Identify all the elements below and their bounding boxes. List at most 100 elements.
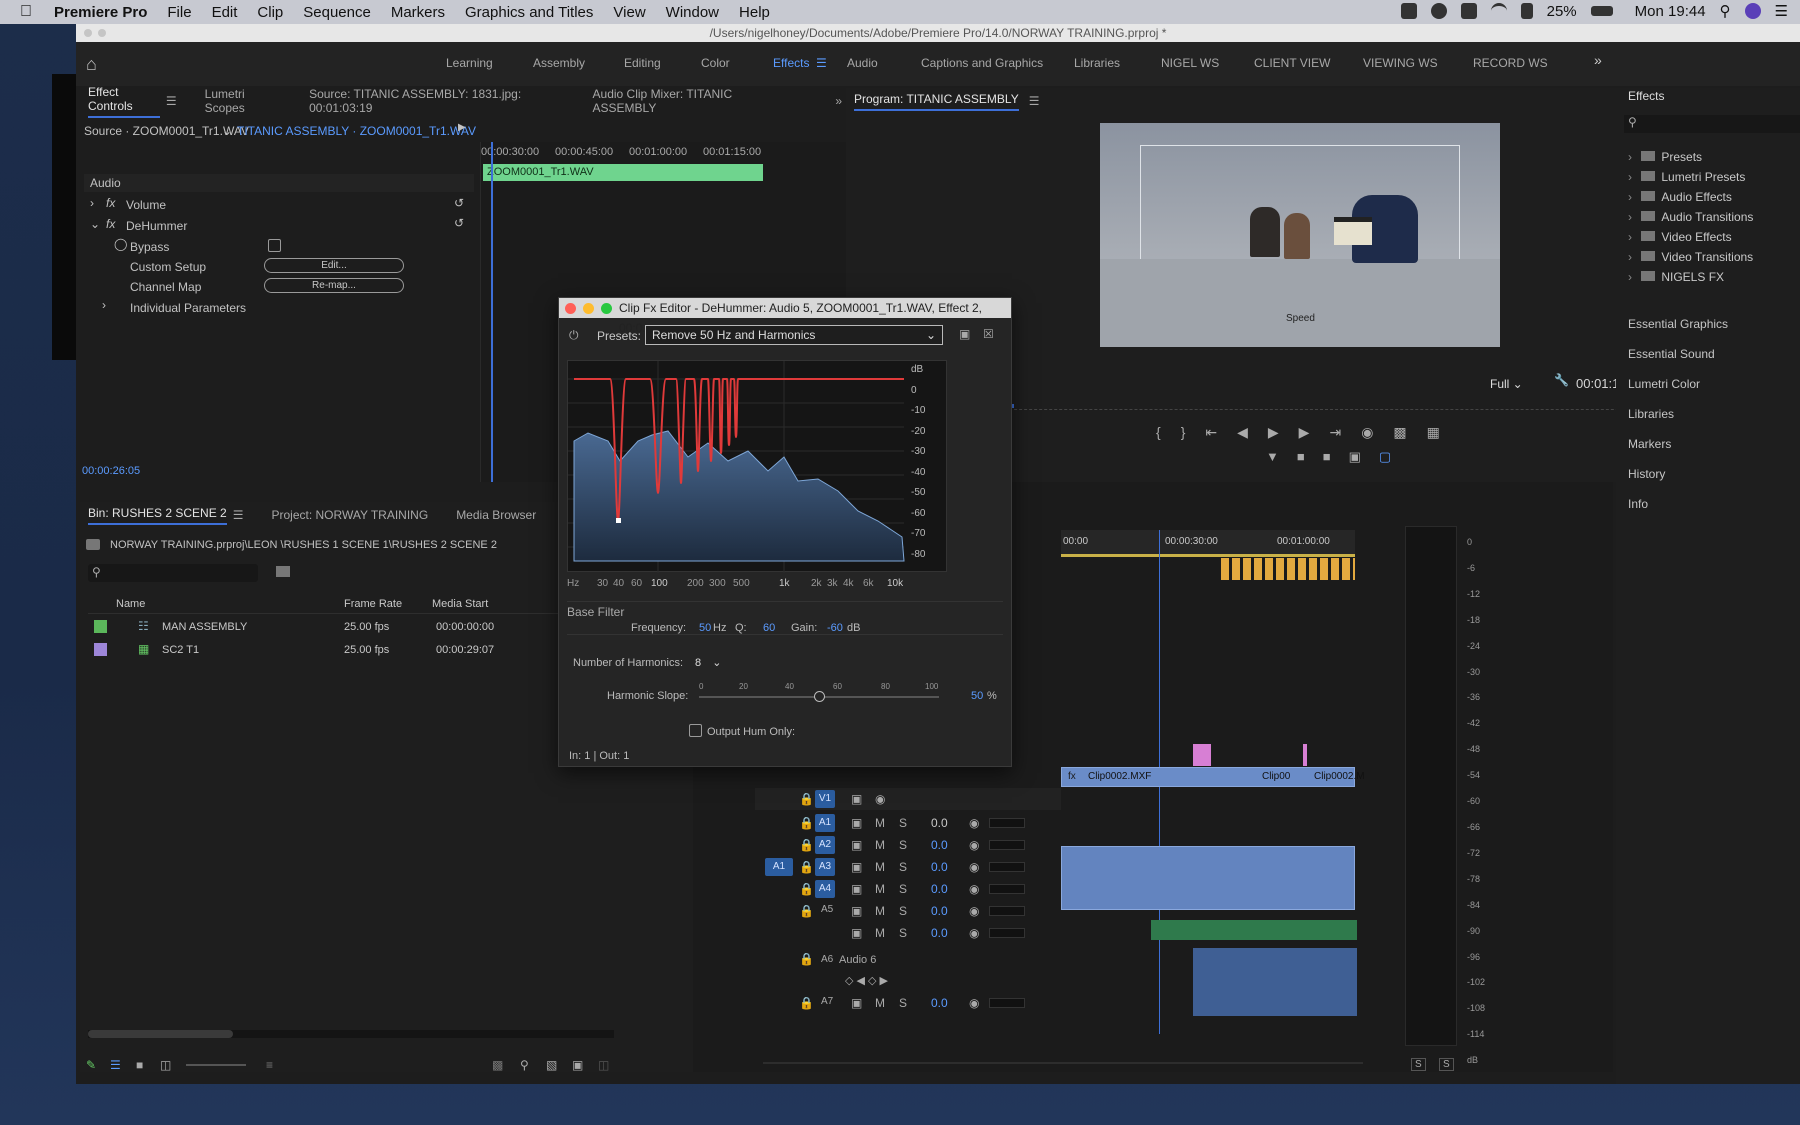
siri-icon[interactable]: [1744, 3, 1761, 19]
effects-folder[interactable]: › NIGELS FX: [1628, 270, 1798, 284]
zoom-dropdown[interactable]: Full ⌄: [1484, 375, 1544, 395]
track-volume[interactable]: 0.0: [931, 838, 948, 852]
track-volume[interactable]: 0.0: [931, 996, 948, 1010]
label-color-swatch[interactable]: [94, 620, 107, 633]
marker-icon[interactable]: ▼: [1266, 449, 1279, 465]
find-icon[interactable]: ⚲: [520, 1058, 529, 1072]
filter-handle[interactable]: [616, 518, 621, 523]
col-media-start[interactable]: Media Start: [432, 598, 488, 610]
track-a5[interactable]: A5: [821, 904, 833, 915]
menu-file[interactable]: File: [167, 4, 191, 21]
volume-icon[interactable]: [1520, 3, 1533, 19]
slope-value[interactable]: 50: [971, 690, 983, 702]
solo-left-button[interactable]: S: [1411, 1058, 1426, 1071]
save-preset-icon[interactable]: ▣: [959, 327, 970, 341]
purple-clip[interactable]: [1193, 744, 1211, 766]
icon-view-icon[interactable]: ■: [136, 1058, 143, 1072]
lock-icon[interactable]: 🔒: [799, 882, 814, 896]
solo-button[interactable]: S: [899, 882, 907, 896]
mic-icon[interactable]: ◉: [969, 996, 979, 1010]
lock-icon[interactable]: 🔒: [799, 816, 814, 830]
tab-audio-clip-mixer[interactable]: Audio Clip Mixer: TITANIC ASSEMBLY: [593, 87, 782, 115]
app-menu[interactable]: Premiere Pro: [54, 4, 147, 21]
keyframe-nav-icon[interactable]: ◇ ◀ ◇ ▶: [845, 974, 888, 987]
zoom-button[interactable]: [601, 303, 612, 314]
lock-icon[interactable]: 🔒: [799, 952, 814, 966]
solo-button[interactable]: S: [899, 838, 907, 852]
list-view-icon[interactable]: ☰: [110, 1058, 121, 1072]
ec-source-dropdown-icon[interactable]: ⌄: [222, 124, 232, 138]
presets-dropdown[interactable]: Remove 50 Hz and Harmonics ⌄: [645, 325, 943, 345]
mic-icon[interactable]: ◉: [969, 926, 979, 940]
output-hum-checkbox[interactable]: [689, 724, 702, 737]
track-volume[interactable]: 0.0: [931, 816, 948, 830]
menu-window[interactable]: Window: [666, 4, 719, 21]
automate-icon[interactable]: ▩: [492, 1058, 503, 1072]
track-a7[interactable]: A7: [821, 996, 833, 1007]
source-patch-a1[interactable]: A1: [765, 858, 793, 876]
track-a1[interactable]: A1: [815, 814, 835, 832]
purple-clip-small[interactable]: [1303, 744, 1307, 766]
step-back-icon[interactable]: ◀: [1237, 424, 1248, 441]
toggle-sync-icon[interactable]: ▣: [851, 816, 862, 830]
mic-icon[interactable]: ◉: [969, 882, 979, 896]
toggle-sync-icon[interactable]: ▣: [851, 838, 862, 852]
play-icon[interactable]: ▶: [1268, 424, 1279, 441]
mute-button[interactable]: M: [875, 838, 885, 852]
harmonics-dropdown[interactable]: 8 ⌄: [691, 654, 729, 672]
spotlight-icon[interactable]: ⚲: [1720, 2, 1731, 20]
mute-button[interactable]: M: [875, 882, 885, 896]
program-video-frame[interactable]: Speed: [1100, 123, 1500, 347]
effects-folder[interactable]: › Video Effects: [1628, 230, 1798, 244]
mute-button[interactable]: M: [875, 816, 885, 830]
extract-icon[interactable]: ■: [1323, 449, 1331, 465]
solo-button[interactable]: S: [899, 926, 907, 940]
wifi-icon[interactable]: [1490, 3, 1507, 19]
audio-clips-a2-a4[interactable]: [1061, 846, 1355, 910]
toggle-sync-icon[interactable]: ▣: [851, 926, 862, 940]
ws-overflow-icon[interactable]: »: [1594, 52, 1602, 68]
track-a6[interactable]: A6: [821, 954, 833, 965]
panel-markers[interactable]: Markers: [1628, 437, 1671, 451]
mic-icon[interactable]: ◉: [969, 816, 979, 830]
mic-icon[interactable]: ◉: [969, 838, 979, 852]
export-frame-icon[interactable]: ▣: [1349, 449, 1361, 465]
panel-lumetri-color[interactable]: Lumetri Color: [1628, 377, 1700, 391]
audio-clip-a5[interactable]: [1151, 920, 1357, 940]
panel-history[interactable]: History: [1628, 467, 1665, 481]
tab-effect-controls[interactable]: Effect Controls: [88, 85, 160, 118]
mic-icon[interactable]: ◉: [969, 904, 979, 918]
q-value[interactable]: 60: [763, 622, 775, 634]
panel-essential-sound[interactable]: Essential Sound: [1628, 347, 1715, 361]
ws-record[interactable]: RECORD WS: [1473, 56, 1548, 70]
wrench-icon[interactable]: 🔧: [1554, 373, 1569, 387]
lock-icon[interactable]: 🔒: [799, 838, 814, 852]
go-to-out-icon[interactable]: ⇥: [1329, 424, 1341, 441]
new-bin-bottom-icon[interactable]: ▧: [546, 1058, 557, 1072]
track-a3[interactable]: A3: [815, 858, 835, 876]
effects-panel-title[interactable]: Effects: [1628, 89, 1664, 103]
lift-icon[interactable]: ■: [1297, 449, 1305, 465]
new-item-icon[interactable]: ▣: [572, 1058, 583, 1072]
toggle-sync-icon[interactable]: ▣: [851, 792, 862, 806]
solo-right-button[interactable]: S: [1439, 1058, 1454, 1071]
audio-clip-a6[interactable]: [1193, 948, 1357, 1016]
program-menu-icon[interactable]: ☰: [1029, 94, 1040, 108]
panel-essential-graphics[interactable]: Essential Graphics: [1628, 317, 1728, 331]
ws-learning[interactable]: Learning: [446, 56, 493, 70]
tab-project[interactable]: Project: NORWAY TRAINING: [271, 508, 428, 522]
frequency-value[interactable]: 50: [699, 622, 711, 634]
battery-icon[interactable]: [1590, 6, 1613, 16]
ws-audio[interactable]: Audio: [847, 56, 878, 70]
lock-icon[interactable]: 🔒: [799, 996, 814, 1010]
dehummer-collapse-icon[interactable]: ⌄: [90, 217, 100, 231]
toggle-sync-icon[interactable]: ▣: [851, 860, 862, 874]
new-bin-icon[interactable]: [276, 566, 290, 577]
mark-out-icon[interactable]: }: [1181, 424, 1186, 441]
ec-play-icon[interactable]: ▶: [458, 122, 466, 133]
ec-playhead[interactable]: [491, 142, 493, 482]
timeline-ruler[interactable]: 00:00 00:00:30:00 00:01:00:00: [1061, 530, 1355, 554]
go-to-in-icon[interactable]: ⇤: [1205, 424, 1217, 441]
mute-button[interactable]: M: [875, 996, 885, 1010]
frequency-graph[interactable]: [567, 360, 947, 573]
